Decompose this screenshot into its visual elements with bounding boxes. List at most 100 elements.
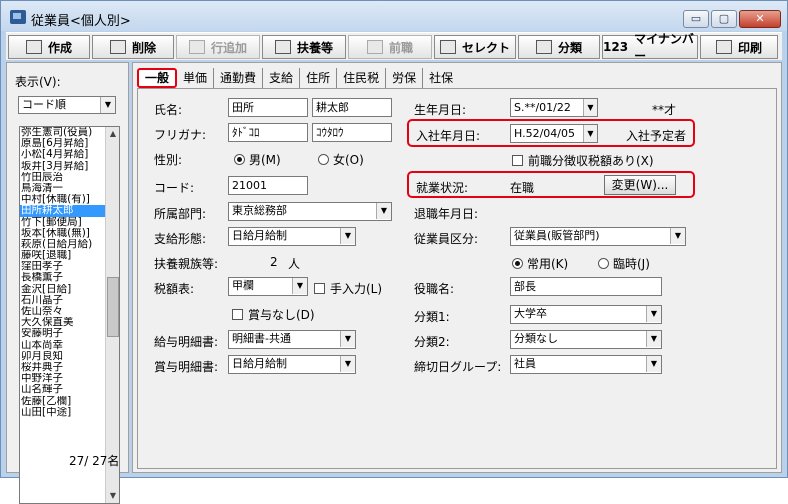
detail-panel: 一般 単価 通勤費 支給 住所 住民税 労保 社保 氏名: 田所 耕太郎 フリガ… <box>132 62 782 473</box>
code-field[interactable]: 21001 <box>228 176 308 195</box>
general-tab-panel: 氏名: 田所 耕太郎 フリガナ: ﾀﾄﾞｺﾛ ｺｳﾀﾛｳ 性別: 男(M) 女(… <box>137 88 777 469</box>
tab-unit-price[interactable]: 単価 <box>177 68 215 88</box>
list-item[interactable]: 竹田辰治 <box>20 172 106 183</box>
create-button[interactable]: 作成 <box>8 35 90 59</box>
emptype-select[interactable]: 従業員(販管部門) ▼ <box>510 227 686 246</box>
dept-select[interactable]: 東京総務部 ▼ <box>228 202 392 221</box>
chevron-down-icon: ▼ <box>340 331 355 347</box>
list-item[interactable]: 桜井典子 <box>20 362 106 373</box>
list-item[interactable]: 大久保直美 <box>20 317 106 328</box>
minimize-button[interactable]: ▭ <box>683 10 709 28</box>
maximize-button[interactable]: ▢ <box>711 10 737 28</box>
close-button[interactable]: ✕ <box>739 10 781 28</box>
list-scrollbar[interactable]: ▲ ▼ <box>105 127 119 503</box>
tab-payment[interactable]: 支給 <box>263 68 301 88</box>
list-item[interactable]: 山本尚幸 <box>20 340 106 351</box>
chevron-down-icon: ▼ <box>340 228 355 244</box>
tax-label: 税額表: <box>154 282 195 296</box>
tab-commute[interactable]: 通勤費 <box>214 68 264 88</box>
scroll-up-icon[interactable]: ▲ <box>106 127 119 141</box>
payslip-label: 給与明細書: <box>154 335 219 349</box>
dependents-button[interactable]: 扶養等 <box>262 35 346 59</box>
list-item[interactable]: 佐藤[乙欄] <box>20 396 106 407</box>
list-item[interactable]: 中野洋子 <box>20 373 106 384</box>
list-item[interactable]: 坂本[休職(無)] <box>20 228 106 239</box>
tab-address[interactable]: 住所 <box>300 68 338 88</box>
temporary-radio[interactable]: 臨時(J) <box>598 255 650 272</box>
scroll-thumb[interactable] <box>107 277 119 337</box>
name-label: 氏名: <box>154 103 183 117</box>
chevron-down-icon: ▼ <box>292 278 307 294</box>
list-item[interactable]: 安藤明子 <box>20 328 106 339</box>
sort-select[interactable]: コード順 ▼ <box>18 96 116 114</box>
category-button[interactable]: 分類 <box>518 35 600 59</box>
retire-label: 退職年月日: <box>414 207 479 221</box>
printer-icon <box>715 40 732 54</box>
last-name-field[interactable]: 田所 <box>228 98 308 117</box>
list-item[interactable]: 藤咲[退職] <box>20 250 106 261</box>
tab-social-insurance[interactable]: 社保 <box>423 68 459 88</box>
prev-job-button[interactable]: 前職 <box>348 35 432 59</box>
bonus-slip-label: 賞与明細書: <box>154 360 219 374</box>
paytype-select[interactable]: 日給月給制 ▼ <box>228 227 356 246</box>
list-item[interactable]: 鳥海清一 <box>20 183 106 194</box>
select-button[interactable]: セレクト <box>434 35 516 59</box>
cat1-select[interactable]: 大学卒 ▼ <box>510 305 662 324</box>
cat2-select[interactable]: 分類なし ▼ <box>510 330 662 349</box>
list-item[interactable]: 中村[休職(有)] <box>20 194 106 205</box>
print-button[interactable]: 印刷 <box>700 35 778 59</box>
regular-radio[interactable]: 常用(K) <box>512 255 568 272</box>
male-radio[interactable]: 男(M) <box>234 151 281 168</box>
last-kana-field[interactable]: ﾀﾄﾞｺﾛ <box>228 123 308 142</box>
delete-button[interactable]: 削除 <box>92 35 174 59</box>
paytype-label: 支給形態: <box>154 232 207 246</box>
list-item[interactable]: 長橋薫子 <box>20 272 106 283</box>
position-field[interactable]: 部長 <box>510 277 662 296</box>
list-item[interactable]: 原島[6月昇給] <box>20 138 106 149</box>
status-highlight <box>407 171 695 198</box>
grid-icon <box>188 40 205 54</box>
female-radio[interactable]: 女(O) <box>318 151 364 168</box>
code-label: コード: <box>154 181 195 195</box>
list-item[interactable]: 坂井[3月昇給] <box>20 161 106 172</box>
mynumber-button[interactable]: 123 マイナンバー <box>602 32 698 63</box>
list-item[interactable]: 石川晶子 <box>20 295 106 306</box>
list-item[interactable]: 竹下[郵便局] <box>20 217 106 228</box>
list-item[interactable]: 卯月良知 <box>20 351 106 362</box>
payslip-select[interactable]: 明細書-共通 ▼ <box>228 330 356 349</box>
tab-general[interactable]: 一般 <box>137 68 178 88</box>
list-item[interactable]: 窪田孝子 <box>20 261 106 272</box>
list-item[interactable]: 小松[4月昇給] <box>20 149 106 160</box>
manual-input-checkbox[interactable]: 手入力(L) <box>314 280 382 297</box>
chevron-down-icon: ▼ <box>340 356 355 372</box>
cutoff-select[interactable]: 社員 ▼ <box>510 355 662 374</box>
chevron-down-icon: ▼ <box>646 356 661 372</box>
first-name-field[interactable]: 耕太郎 <box>312 98 392 117</box>
radio-icon <box>318 154 329 165</box>
tab-resident-tax[interactable]: 住民税 <box>337 68 387 88</box>
category-icon <box>535 40 552 54</box>
dependents-count: 2 <box>270 255 278 269</box>
select-icon <box>439 40 456 54</box>
checkbox-icon <box>232 309 243 320</box>
tax-select[interactable]: 甲欄 ▼ <box>228 277 308 296</box>
list-item[interactable]: 萩原(日給月給) <box>20 239 106 250</box>
list-item[interactable]: 田所耕太郎 <box>20 205 106 217</box>
tab-labor-insurance[interactable]: 労保 <box>386 68 424 88</box>
birth-field[interactable]: S.**/01/22 ▼ <box>510 98 598 117</box>
list-item[interactable]: 山名輝子 <box>20 384 106 395</box>
add-row-button[interactable]: 行追加 <box>176 35 260 59</box>
scroll-down-icon[interactable]: ▼ <box>106 489 119 503</box>
list-item[interactable]: 弥生憲司(役員) <box>20 127 106 138</box>
chevron-down-icon: ▼ <box>376 203 391 219</box>
list-item[interactable]: 山田[中途] <box>20 407 106 418</box>
no-bonus-checkbox[interactable]: 賞与なし(D) <box>232 306 315 323</box>
kana-label: フリガナ: <box>154 128 207 142</box>
list-item[interactable]: 金沢[日給] <box>20 284 106 295</box>
list-item[interactable]: 佐山奈々 <box>20 306 106 317</box>
prev-tax-checkbox[interactable]: 前職分徴収税額あり(X) <box>512 152 654 169</box>
bonus-slip-select[interactable]: 日給月給制 ▼ <box>228 355 356 374</box>
hire-date-highlight <box>407 119 695 147</box>
employee-list[interactable]: 弥生憲司(役員) 原島[6月昇給] 小松[4月昇給] 坂井[3月昇給] 竹田辰治 鳥海清一… <box>19 126 120 504</box>
first-kana-field[interactable]: ｺｳﾀﾛｳ <box>312 123 392 142</box>
